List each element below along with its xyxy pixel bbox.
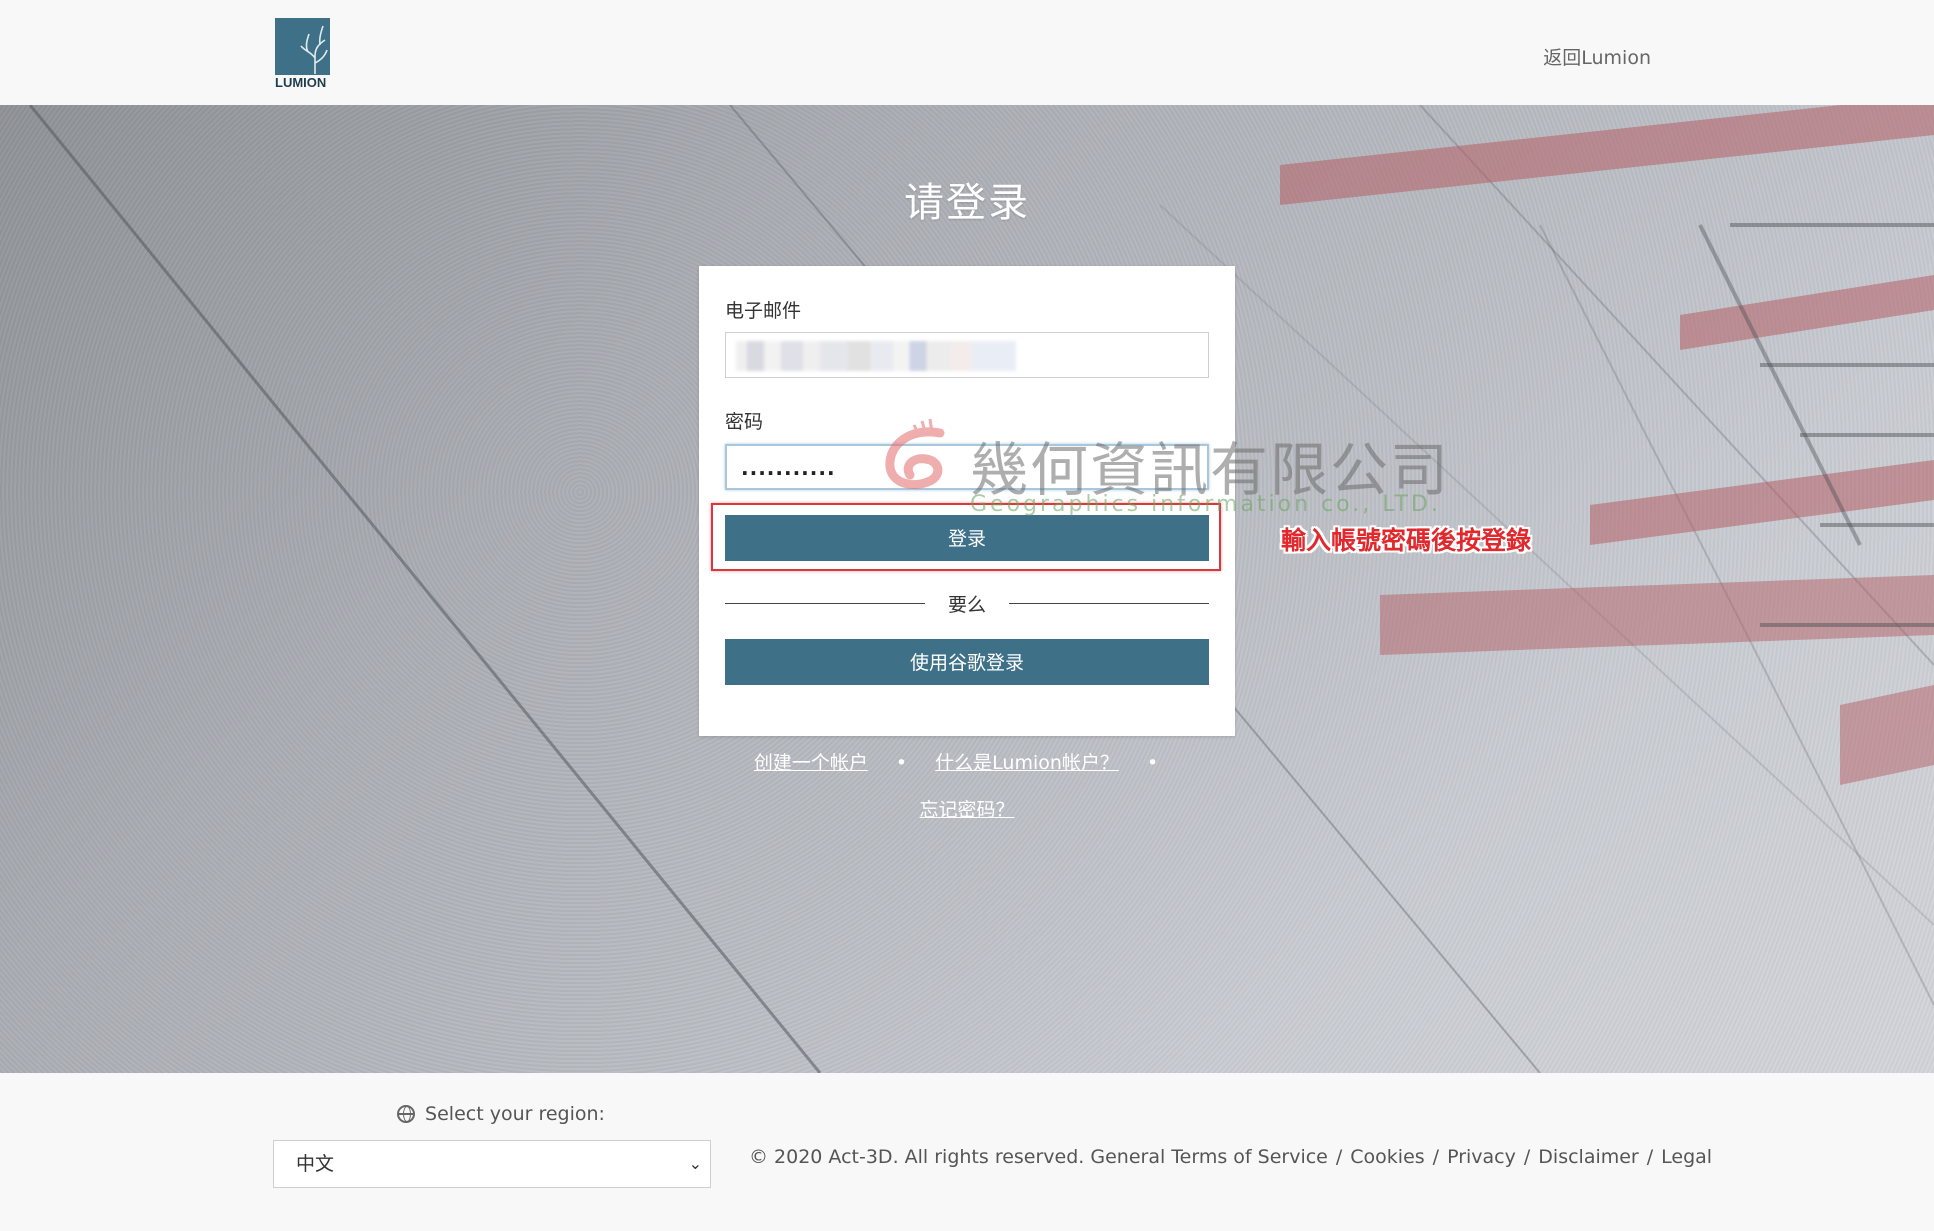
forgot-password-link[interactable]: 忘记密码？ bbox=[919, 799, 1014, 821]
legal-link[interactable]: Legal bbox=[1661, 1146, 1712, 1168]
disclaimer-link[interactable]: Disclaimer bbox=[1538, 1146, 1638, 1168]
google-login-button[interactable]: 使用谷歌登录 bbox=[725, 639, 1209, 685]
copyright-text: © 2020 Act-3D. All rights reserved. bbox=[749, 1146, 1085, 1168]
what-is-account-link[interactable]: 什么是Lumion帐户？ bbox=[935, 752, 1119, 774]
back-to-lumion-link[interactable]: 返回Lumion bbox=[1543, 43, 1651, 70]
region-label: Select your region: bbox=[397, 1103, 605, 1125]
link-separator: • bbox=[895, 752, 908, 774]
page-title: 请登录 bbox=[904, 180, 1030, 226]
redacted-email bbox=[736, 341, 1016, 371]
account-links: 创建一个帐户 • 什么是Lumion帐户？ • bbox=[0, 748, 1934, 775]
terms-link[interactable]: General Terms of Service bbox=[1090, 1146, 1327, 1168]
privacy-link[interactable]: Privacy bbox=[1447, 1146, 1516, 1168]
region-select[interactable]: 中文 ⌄ bbox=[273, 1140, 711, 1188]
footer: Select your region: 中文 ⌄ © 2020 Act-3D. … bbox=[0, 1073, 1934, 1231]
region-selected-value: 中文 bbox=[296, 1153, 335, 1175]
region-label-text: Select your region: bbox=[425, 1103, 605, 1125]
link-separator-2: • bbox=[1146, 752, 1159, 774]
annotation-note: 輸入帳號密碼後按登錄 bbox=[1281, 526, 1532, 555]
create-account-link[interactable]: 创建一个帐户 bbox=[754, 752, 868, 774]
globe-icon bbox=[397, 1105, 415, 1123]
top-header: LUMION 返回Lumion bbox=[0, 0, 1934, 105]
or-divider: 要么 bbox=[725, 590, 1209, 618]
cookies-link[interactable]: Cookies bbox=[1350, 1146, 1424, 1168]
company-watermark: 幾何資訊有限公司 Geographics information co., LT… bbox=[880, 415, 1460, 525]
lumion-logo[interactable]: LUMION bbox=[275, 18, 330, 89]
email-field[interactable] bbox=[725, 332, 1209, 378]
password-label: 密码 bbox=[725, 411, 764, 433]
email-label: 电子邮件 bbox=[725, 300, 802, 322]
logo-text: LUMION bbox=[275, 75, 326, 89]
forgot-password-row: 忘记密码？ bbox=[0, 795, 1934, 822]
copyright-row: © 2020 Act-3D. All rights reserved. Gene… bbox=[749, 1146, 1713, 1168]
divider-line-right bbox=[1009, 603, 1209, 604]
password-value: ........... bbox=[741, 456, 836, 480]
hero-background: 请登录 电子邮件 密码 ........... 登录 要么 使用谷歌登录 创建一… bbox=[0, 105, 1934, 1073]
chevron-down-icon: ⌄ bbox=[688, 1154, 702, 1173]
watermark-logo-icon bbox=[885, 418, 945, 489]
watermark-english-name: Geographics information co., LTD. bbox=[970, 492, 1441, 517]
